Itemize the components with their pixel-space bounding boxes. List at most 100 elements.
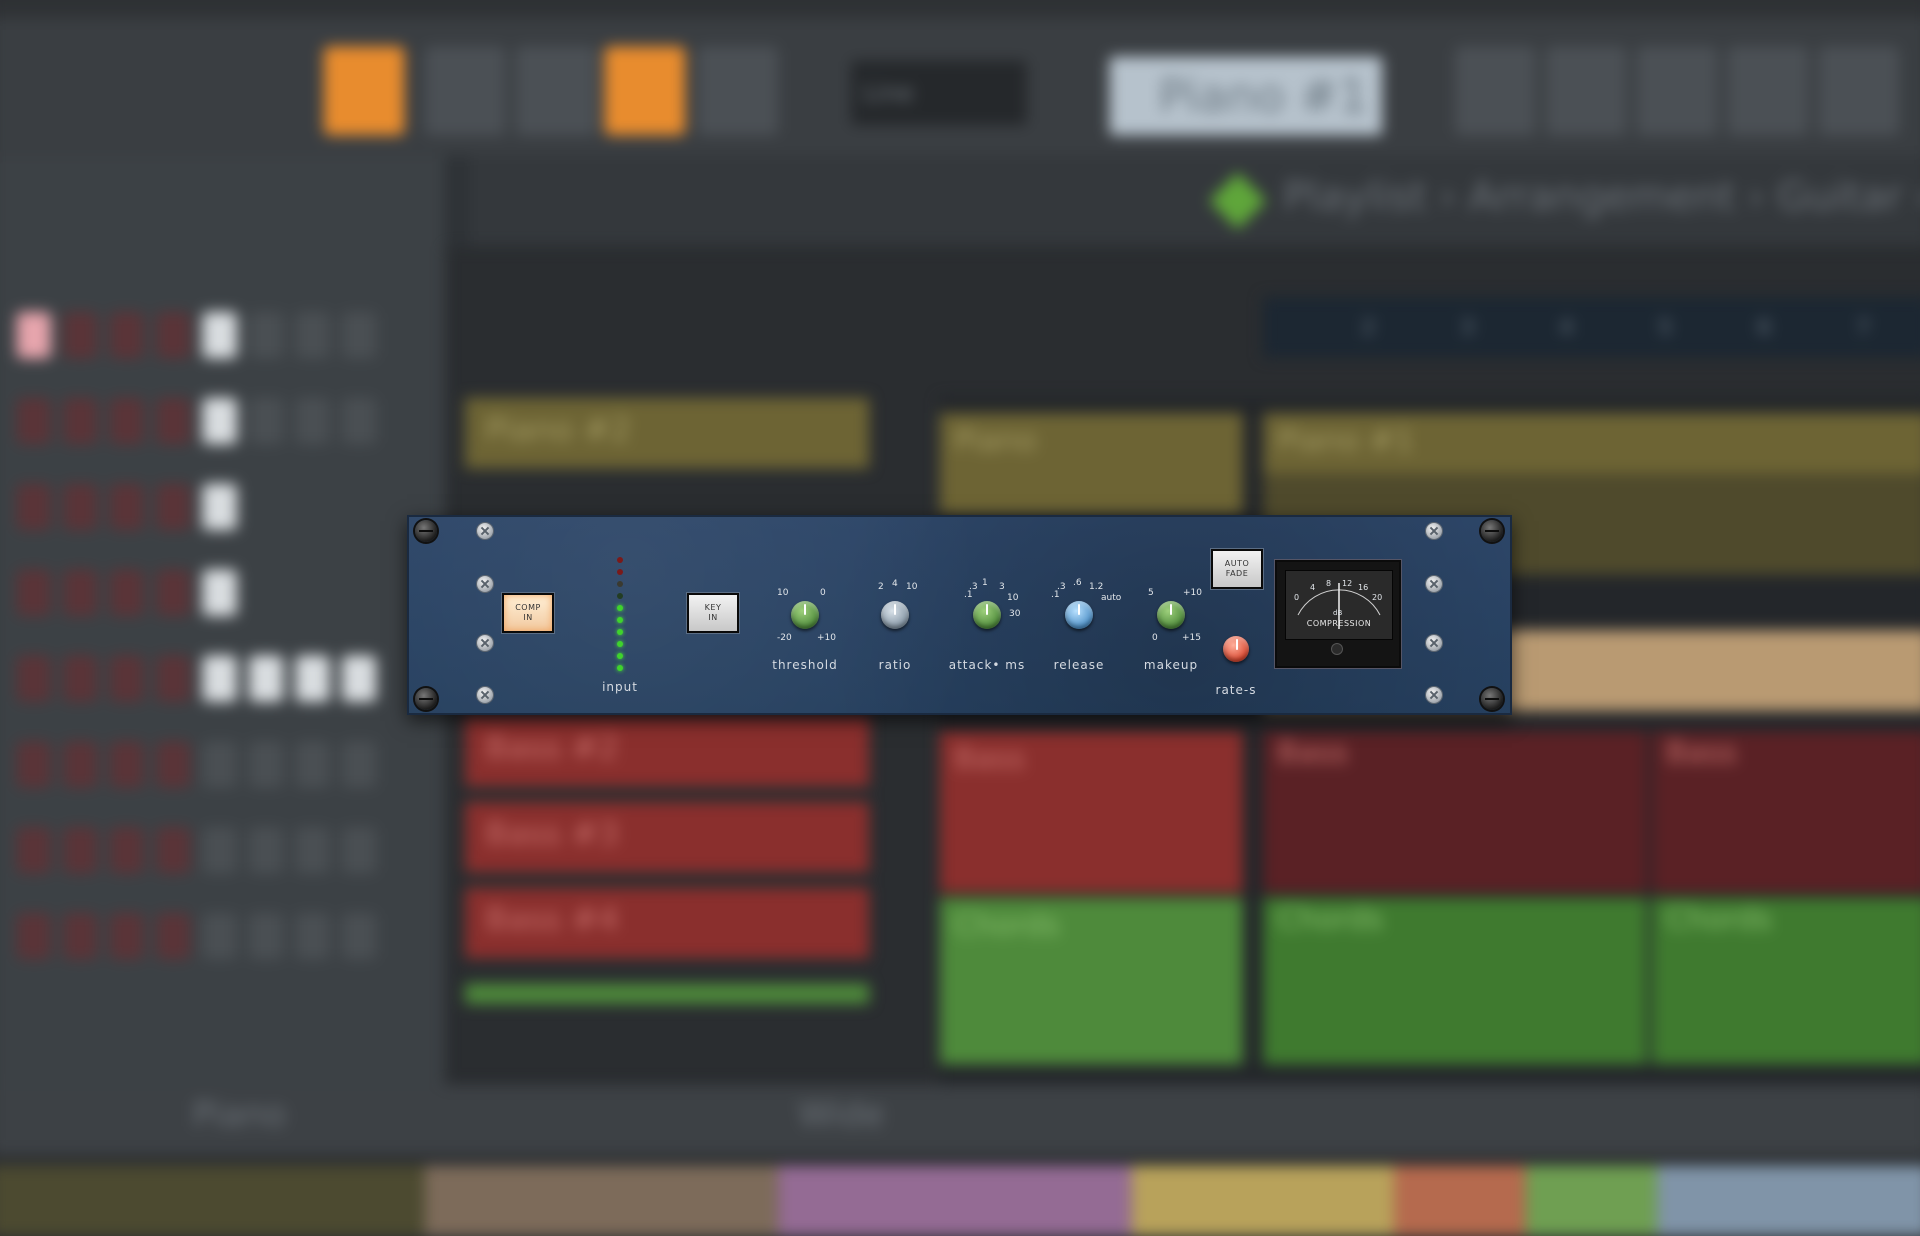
step[interactable] [109, 827, 144, 874]
step[interactable] [63, 912, 98, 960]
ratio-knob[interactable] [881, 601, 909, 629]
step[interactable] [248, 397, 284, 445]
snap-selector[interactable]: Line [850, 60, 1027, 126]
step[interactable] [16, 827, 52, 874]
step[interactable] [295, 912, 330, 960]
step[interactable] [341, 311, 377, 359]
step[interactable] [109, 655, 144, 702]
step[interactable] [16, 912, 52, 960]
rate-knob[interactable] [1223, 636, 1249, 662]
step[interactable] [109, 397, 144, 445]
step[interactable] [16, 311, 52, 359]
step[interactable] [109, 741, 144, 788]
step[interactable] [63, 483, 98, 531]
step[interactable] [295, 655, 330, 702]
lane-header[interactable]: Bass [939, 731, 1243, 893]
step[interactable] [248, 912, 284, 960]
clip[interactable]: Bass [1263, 731, 1647, 893]
clip-track[interactable]: Bass #3 [465, 801, 870, 873]
step[interactable] [156, 311, 191, 359]
toolbar-button[interactable] [515, 46, 597, 136]
step[interactable] [63, 569, 98, 617]
level-led [617, 581, 623, 587]
step[interactable] [109, 311, 144, 359]
key-in-button[interactable]: KEY IN [687, 593, 739, 633]
step[interactable] [295, 827, 330, 874]
step[interactable] [16, 483, 52, 531]
comp-in-button[interactable]: COMP IN [502, 593, 554, 633]
step[interactable] [248, 741, 284, 788]
step[interactable] [248, 827, 284, 874]
step[interactable] [202, 397, 237, 445]
step[interactable] [16, 655, 52, 702]
step[interactable] [63, 741, 98, 788]
step[interactable] [156, 397, 191, 445]
clip[interactable]: Bass [1651, 731, 1920, 893]
lane-header[interactable]: Chords [939, 897, 1243, 1065]
toolbar-button[interactable] [424, 46, 506, 136]
attack-tick: 1 [982, 578, 988, 588]
step[interactable] [156, 912, 191, 960]
step[interactable] [202, 483, 237, 531]
step[interactable] [202, 912, 237, 960]
step[interactable] [295, 397, 330, 445]
makeup-tick: 0 [1152, 633, 1158, 643]
step[interactable] [156, 655, 191, 702]
step[interactable] [248, 655, 284, 702]
step[interactable] [16, 741, 52, 788]
auto-fade-button[interactable]: AUTO FADE [1211, 549, 1263, 589]
bottom-selector[interactable]: Piano [192, 1095, 285, 1135]
toolbar-button[interactable] [1727, 46, 1809, 136]
clip-track[interactable]: Bass #4 [465, 887, 870, 959]
pattern-selector[interactable]: Piano #1 [1109, 56, 1383, 136]
clip[interactable]: Piano #1 [1263, 412, 1920, 474]
step[interactable] [248, 311, 284, 359]
step[interactable] [156, 569, 191, 617]
step[interactable] [341, 912, 377, 960]
toolbar-button[interactable] [1454, 46, 1536, 136]
step[interactable] [295, 311, 330, 359]
makeup-knob[interactable] [1157, 601, 1185, 629]
toolbar-button[interactable] [1545, 46, 1627, 136]
step[interactable] [341, 655, 377, 702]
clip-track[interactable] [465, 983, 870, 1004]
step[interactable] [341, 397, 377, 445]
step[interactable] [16, 569, 52, 617]
step[interactable] [202, 655, 237, 702]
toolbar-button[interactable] [1818, 46, 1900, 136]
step[interactable] [156, 827, 191, 874]
meter-zero-screw-icon[interactable] [1332, 644, 1342, 654]
step[interactable] [109, 569, 144, 617]
toolbar-button[interactable] [323, 46, 405, 136]
step[interactable] [202, 827, 237, 874]
bottom-mode[interactable]: Wide [798, 1095, 884, 1135]
toolbar-button[interactable] [697, 46, 779, 136]
lane-header[interactable]: Piano [939, 412, 1243, 514]
clip[interactable]: Chords [1263, 897, 1647, 1065]
threshold-knob[interactable] [791, 601, 819, 629]
step[interactable] [109, 912, 144, 960]
step[interactable] [156, 483, 191, 531]
toolbar-button[interactable] [1636, 46, 1718, 136]
attack-knob[interactable] [973, 601, 1001, 629]
clip-label: Piano #2 [485, 409, 632, 449]
clip[interactable]: Chords [1651, 897, 1920, 1065]
toolbar-button[interactable] [604, 46, 686, 136]
step[interactable] [202, 741, 237, 788]
step[interactable] [109, 483, 144, 531]
step[interactable] [202, 569, 237, 617]
key-zone [1394, 1165, 1526, 1236]
clip-track[interactable]: Piano #2 [465, 397, 870, 469]
clip-track[interactable]: Bass #2 [465, 715, 870, 787]
step[interactable] [156, 741, 191, 788]
step[interactable] [63, 311, 98, 359]
step[interactable] [16, 397, 52, 445]
step[interactable] [341, 827, 377, 874]
step[interactable] [63, 397, 98, 445]
step[interactable] [202, 311, 237, 359]
release-knob[interactable] [1065, 601, 1093, 629]
step[interactable] [341, 741, 377, 788]
step[interactable] [63, 655, 98, 702]
step[interactable] [63, 827, 98, 874]
step[interactable] [295, 741, 330, 788]
